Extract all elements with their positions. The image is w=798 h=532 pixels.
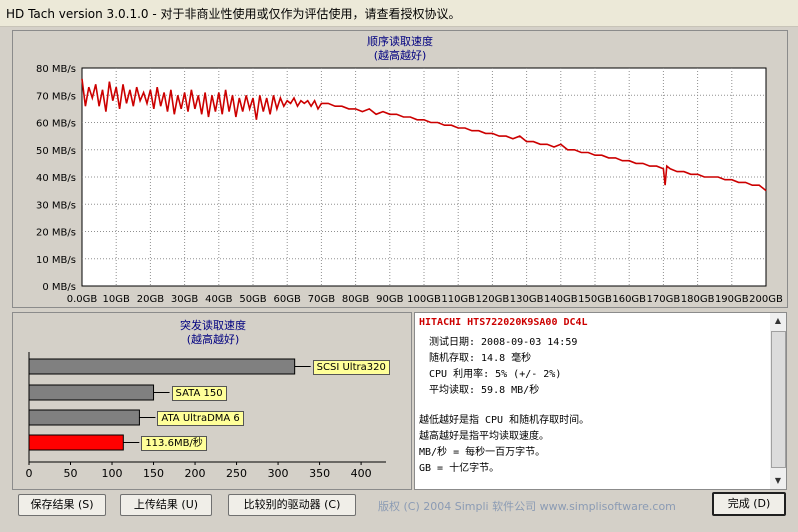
upload-results-button[interactable]: 上传结果 (U)	[120, 494, 212, 516]
save-results-button[interactable]: 保存结果 (S)	[18, 494, 106, 516]
average-read: 平均读取: 59.8 MB/秒	[429, 385, 540, 396]
burst-chart-title: 突发读取速度 (越高越好)	[113, 319, 313, 347]
burst-bar-label: ATA UltraDMA 6	[157, 411, 244, 426]
note-higher-better: 越高越好是指平均读取速度。	[419, 431, 549, 442]
title-bar[interactable]: HD Tach version 3.0.1.0 - 对于非商业性使用或仅作为评估…	[0, 0, 798, 27]
drive-info-panel: HITACHI HTS722020K9SA00 DC4L 测试日期: 2008-…	[414, 312, 772, 490]
copyright-text: 版权 (C) 2004 Simpli 软件公司 www.simplisoftwa…	[378, 500, 676, 513]
info-scrollbar[interactable]: ▲ ▼	[770, 312, 787, 490]
burst-bar-label: SCSI Ultra320	[312, 360, 390, 375]
note-gb-definition: GB = 十亿字节。	[419, 463, 500, 474]
sequential-chart-subtitle: (越高越好)	[373, 49, 427, 62]
drive-model: HITACHI HTS722020K9SA00 DC4L	[419, 317, 588, 328]
scroll-thumb[interactable]	[771, 331, 786, 468]
cpu-usage: CPU 利用率: 5% (+/- 2%)	[429, 369, 562, 380]
test-date: 测试日期: 2008-09-03 14:59	[429, 337, 578, 348]
scroll-down-icon[interactable]: ▼	[770, 473, 786, 489]
burst-bar-label: 113.6MB/秒	[141, 436, 207, 451]
burst-bar-label: SATA 150	[171, 386, 227, 401]
burst-chart-title-text: 突发读取速度	[180, 319, 246, 332]
note-lower-better: 越低越好是指 CPU 和随机存取时间。	[419, 415, 590, 426]
compare-drive-button[interactable]: 比较别的驱动器 (C)	[228, 494, 356, 516]
done-button[interactable]: 完成 (D)	[712, 492, 786, 516]
window-title: HD Tach version 3.0.1.0 - 对于非商业性使用或仅作为评估…	[6, 7, 461, 21]
sequential-chart-title: 顺序读取速度 (越高越好)	[13, 35, 787, 63]
burst-chart-subtitle: (越高越好)	[186, 333, 240, 346]
sequential-read-panel: 顺序读取速度 (越高越好)	[12, 30, 788, 308]
note-mb-definition: MB/秒 = 每秒一百万字节。	[419, 447, 546, 458]
sequential-chart-title-text: 顺序读取速度	[367, 35, 433, 48]
burst-read-panel: 突发读取速度 (越高越好)	[12, 312, 412, 490]
scroll-up-icon[interactable]: ▲	[770, 313, 786, 329]
random-access: 随机存取: 14.8 毫秒	[429, 353, 532, 364]
